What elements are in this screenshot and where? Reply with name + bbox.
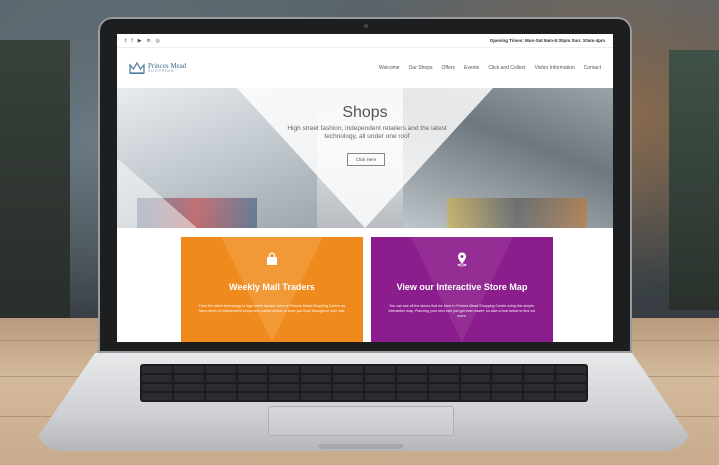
nav-item-contact[interactable]: Contact — [584, 65, 601, 71]
nav-item-events[interactable]: Events — [464, 65, 479, 71]
nav-item-click-and-collect[interactable]: Click and Collect — [488, 65, 525, 71]
facebook-icon[interactable]: f — [131, 38, 132, 44]
card-text: From the latest technology to high stree… — [198, 304, 346, 314]
nav-item-offers[interactable]: Offers — [441, 65, 455, 71]
crown-icon — [129, 61, 145, 74]
logo-subtitle: SHOPPING — [148, 68, 175, 73]
background-shelf-right — [669, 50, 719, 310]
site-header: Princes Mead SHOPPING Welcome Our Shops … — [117, 48, 613, 88]
hero-subtitle: High street fashion, independent retaile… — [287, 125, 447, 141]
card-text: You can see all the stores that we have … — [388, 304, 536, 319]
laptop-front-notch — [318, 444, 404, 449]
main-nav: Welcome Our Shops Offers Events Click an… — [379, 65, 601, 71]
laptop-keyboard — [140, 364, 588, 402]
youtube-icon[interactable]: ▶ — [138, 38, 142, 44]
linkedin-icon[interactable]: in — [147, 38, 151, 44]
map-pin-icon — [457, 252, 467, 267]
card-title: View our Interactive Store Map — [396, 282, 528, 292]
webcam — [364, 24, 368, 28]
nav-item-welcome[interactable]: Welcome — [379, 65, 400, 71]
instagram-icon[interactable]: ◎ — [156, 38, 160, 44]
site-logo[interactable]: Princes Mead SHOPPING — [129, 61, 186, 75]
shopping-bag-icon — [267, 252, 277, 265]
nav-item-our-shops[interactable]: Our Shops — [409, 65, 433, 71]
card-title: Weekly Mall Traders — [229, 282, 315, 292]
laptop-screen: t f ▶ in ◎ Opening Times: Mon-Sat 9am-5:… — [117, 34, 613, 342]
interactive-store-map-card[interactable]: View our Interactive Store Map You can s… — [371, 237, 553, 342]
hero-button[interactable]: Click Here — [347, 153, 385, 166]
laptop-trackpad — [268, 406, 454, 436]
weekly-mall-traders-card[interactable]: Weekly Mall Traders From the latest tech… — [181, 237, 363, 342]
opening-times: Opening Times: Mon-Sat 9am-5:30pm Sun: 1… — [489, 38, 605, 43]
social-links: t f ▶ in ◎ — [125, 38, 160, 44]
hero-title: Shops — [342, 104, 388, 121]
website-topbar: t f ▶ in ◎ Opening Times: Mon-Sat 9am-5:… — [117, 34, 613, 48]
nav-item-visitor-information[interactable]: Visitor Information — [535, 65, 575, 71]
hero-banner: Shops High street fashion, independent r… — [117, 88, 613, 228]
twitter-icon[interactable]: t — [125, 38, 126, 44]
